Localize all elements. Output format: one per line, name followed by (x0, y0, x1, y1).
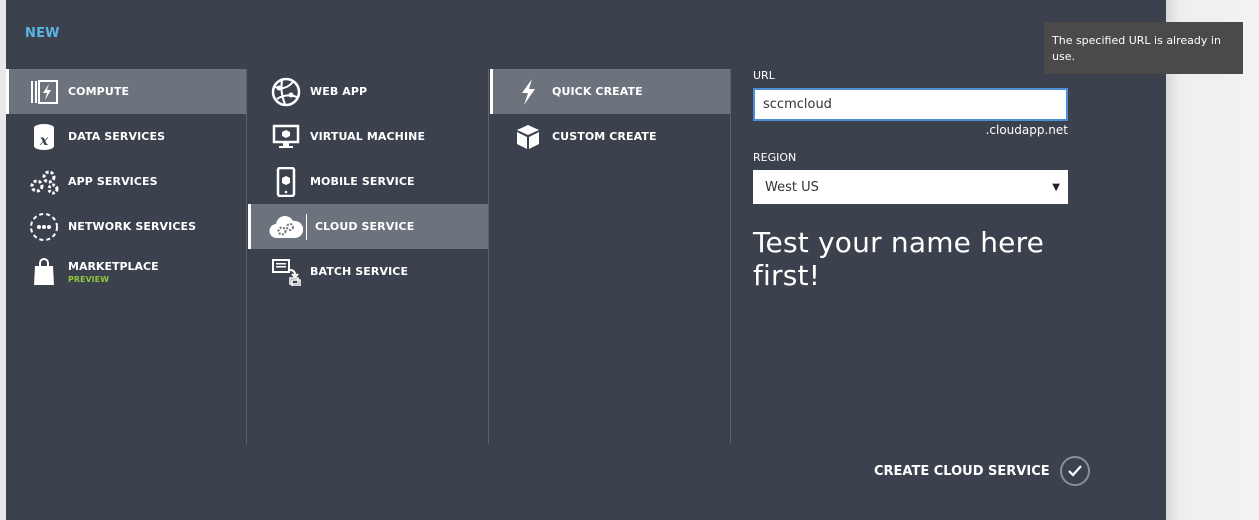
dialog-title: NEW (25, 26, 60, 41)
batch-service-icon (264, 249, 308, 294)
mobile-service-icon (264, 159, 308, 204)
service-label: MOBILE SERVICE (310, 175, 415, 188)
category-data-services[interactable]: x DATA SERVICES (6, 114, 246, 159)
checkmark-icon (1059, 456, 1090, 486)
url-input[interactable] (753, 88, 1068, 121)
mode-label: CUSTOM CREATE (552, 130, 657, 143)
quick-create-form: URL .cloudapp.net REGION West US ▼ Test … (753, 69, 1113, 292)
service-label: VIRTUAL MACHINE (310, 130, 426, 143)
category-label: MARKETPLACE (68, 259, 159, 273)
category-column: COMPUTE x DATA SERVICES APP SERVICES NET… (6, 69, 247, 444)
network-services-icon (22, 204, 66, 249)
annotation-text: Test your name here first! (753, 226, 1045, 292)
service-virtual-machine[interactable]: VIRTUAL MACHINE (248, 114, 488, 159)
create-cloud-service-button[interactable]: CREATE CLOUD SERVICE (874, 456, 1090, 486)
web-app-icon (264, 69, 308, 114)
box-icon (506, 114, 550, 159)
create-label: CREATE CLOUD SERVICE (874, 463, 1050, 479)
service-label: WEB APP (310, 85, 368, 98)
marketplace-bag-icon (22, 249, 66, 294)
url-suffix: .cloudapp.net (985, 123, 1068, 137)
new-dialog-panel: NEW COMPUTE x DATA SERVICES APP SERVICES… (6, 0, 1166, 520)
marketplace-label-group: MARKETPLACE PREVIEW (68, 260, 159, 284)
data-services-icon: x (22, 114, 66, 159)
selection-separator (306, 213, 307, 240)
category-label: DATA SERVICES (68, 130, 166, 143)
category-label: APP SERVICES (68, 175, 158, 188)
mode-quick-create[interactable]: QUICK CREATE (490, 69, 730, 114)
cloud-service-icon (264, 204, 308, 249)
service-mobile-service[interactable]: MOBILE SERVICE (248, 159, 488, 204)
category-label: COMPUTE (68, 85, 130, 98)
page-background (1166, 0, 1259, 520)
preview-badge: PREVIEW (68, 274, 109, 284)
mode-custom-create[interactable]: CUSTOM CREATE (490, 114, 730, 159)
virtual-machine-icon (264, 114, 308, 159)
service-label: CLOUD SERVICE (315, 220, 415, 233)
app-services-icon (22, 159, 66, 204)
service-cloud-service[interactable]: CLOUD SERVICE (248, 204, 488, 249)
region-select[interactable]: West US ▼ (753, 170, 1068, 204)
category-label: NETWORK SERVICES (68, 220, 197, 233)
category-network-services[interactable]: NETWORK SERVICES (6, 204, 246, 249)
svg-text:x: x (39, 133, 49, 149)
region-label: REGION (753, 151, 797, 164)
service-batch-service[interactable]: BATCH SERVICE (248, 249, 488, 294)
category-compute[interactable]: COMPUTE (6, 69, 246, 114)
category-marketplace[interactable]: MARKETPLACE PREVIEW (6, 249, 246, 294)
lightning-icon (506, 69, 550, 114)
create-mode-column: QUICK CREATE CUSTOM CREATE (490, 69, 731, 444)
dropdown-arrow-icon: ▼ (1052, 181, 1060, 193)
service-label: BATCH SERVICE (310, 265, 409, 278)
service-column: WEB APP VIRTUAL MACHINE MOBILE SERVICE C… (248, 69, 489, 444)
compute-icon (22, 69, 66, 114)
category-app-services[interactable]: APP SERVICES (6, 159, 246, 204)
url-error-tooltip: The specified URL is already in use. (1044, 22, 1243, 74)
service-web-app[interactable]: WEB APP (248, 69, 488, 114)
region-value: West US (765, 179, 819, 195)
mode-label: QUICK CREATE (552, 85, 643, 98)
